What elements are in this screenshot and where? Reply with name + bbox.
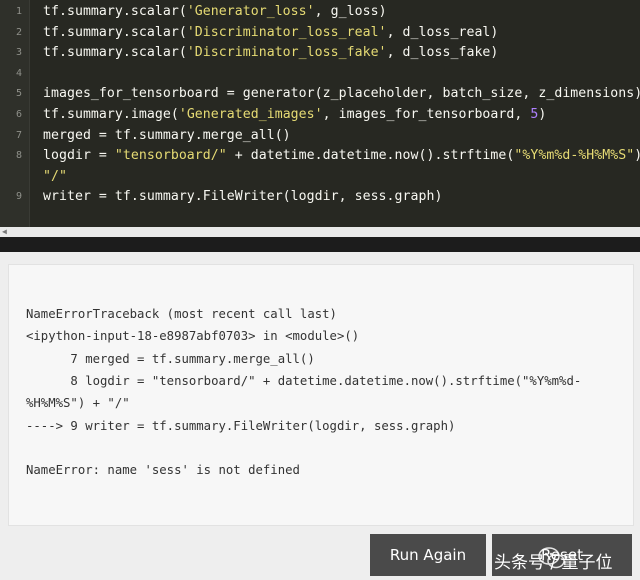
line-number: 2: [15, 26, 22, 38]
code-token: tf.summary.scalar(: [43, 45, 187, 61]
code-token: ) +: [634, 148, 640, 163]
traceback-line: <ipython-input-18-e8987abf0703> in <modu…: [26, 329, 360, 344]
traceback-line: NameError: name 'sess' is not defined: [26, 463, 300, 478]
line-number: 5: [15, 88, 22, 100]
traceback-line: NameErrorTraceback (most recent call las…: [26, 307, 337, 321]
string-token: 'Generator_loss': [186, 4, 315, 19]
line-number: 6: [15, 109, 22, 120]
code-token: , d_loss_real): [386, 24, 499, 40]
line-number: 8: [15, 150, 22, 162]
editor-output-divider: [0, 237, 640, 252]
run-again-button[interactable]: Run Again: [370, 534, 486, 576]
line-number: 9: [15, 191, 22, 203]
code-line[interactable]: merged = tf.summary.merge_all(): [43, 126, 291, 146]
line-number: 3: [15, 47, 22, 59]
code-line[interactable]: logdir = "tensorboard/" + datetime.datet…: [43, 146, 640, 166]
code-line[interactable]: tf.summary.scalar('Discriminator_loss_re…: [43, 23, 498, 43]
code-token: writer = tf.summary.FileWriter(logdir, s…: [43, 189, 443, 205]
code-token: merged = tf.summary.merge_all(): [43, 127, 291, 143]
horizontal-scrollbar[interactable]: ◀: [0, 227, 640, 237]
line-number: 4: [15, 67, 22, 79]
code-line[interactable]: tf.summary.scalar('Generator_loss', g_lo…: [43, 2, 387, 22]
code-line[interactable]: images_for_tensorboard = generator(z_pla…: [43, 84, 640, 104]
code-token: , images_for_tensorboard,: [322, 107, 531, 122]
traceback-line: ----> 9 writer = tf.summary.FileWriter(l…: [26, 418, 456, 433]
code-line[interactable]: writer = tf.summary.FileWriter(logdir, s…: [43, 187, 442, 207]
code-token: images_for_tensorboard = generator(z_pla…: [43, 86, 640, 102]
code-token: , d_loss_fake): [386, 45, 499, 61]
traceback-line: %H%M%S") + "/": [26, 396, 130, 411]
line-number: 1: [15, 6, 22, 17]
string-token: "/": [43, 168, 67, 184]
code-editor[interactable]: 123456789 tf.summary.scalar('Generator_l…: [0, 0, 640, 227]
code-line[interactable]: "/": [43, 167, 67, 187]
code-token: tf.summary.image(: [43, 107, 179, 122]
watermark-text: 头条号 / 量子位: [494, 553, 613, 573]
code-line[interactable]: tf.summary.scalar('Discriminator_loss_fa…: [43, 43, 498, 63]
string-token: 'Generated_images': [178, 107, 323, 122]
code-token: tf.summary.scalar(: [43, 24, 187, 40]
traceback-line: 8 logdir = "tensorboard/" + datetime.dat…: [26, 373, 582, 388]
line-number: 7: [15, 129, 22, 141]
code-line[interactable]: tf.summary.image('Generated_images', ima…: [43, 105, 546, 125]
string-token: 'Discriminator_loss_fake': [186, 45, 387, 61]
string-token: 'Discriminator_loss_real': [186, 24, 387, 40]
left-arrow-icon[interactable]: ◀: [2, 228, 7, 236]
string-token: "tensorboard/": [114, 148, 227, 164]
code-token: tf.summary.scalar(: [43, 4, 187, 19]
line-number-gutter: 1 2 3 4 5 6 7 8 9: [0, 0, 30, 227]
string-token: "%Y%m%d-%H%M%S": [514, 148, 635, 164]
traceback-line: 7 merged = tf.summary.merge_all(): [26, 351, 315, 366]
code-token: ): [538, 107, 547, 122]
code-token: + datetime.datetime.now().strftime(: [226, 148, 515, 164]
code-token: logdir =: [43, 148, 115, 164]
code-token: , g_loss): [314, 4, 387, 19]
